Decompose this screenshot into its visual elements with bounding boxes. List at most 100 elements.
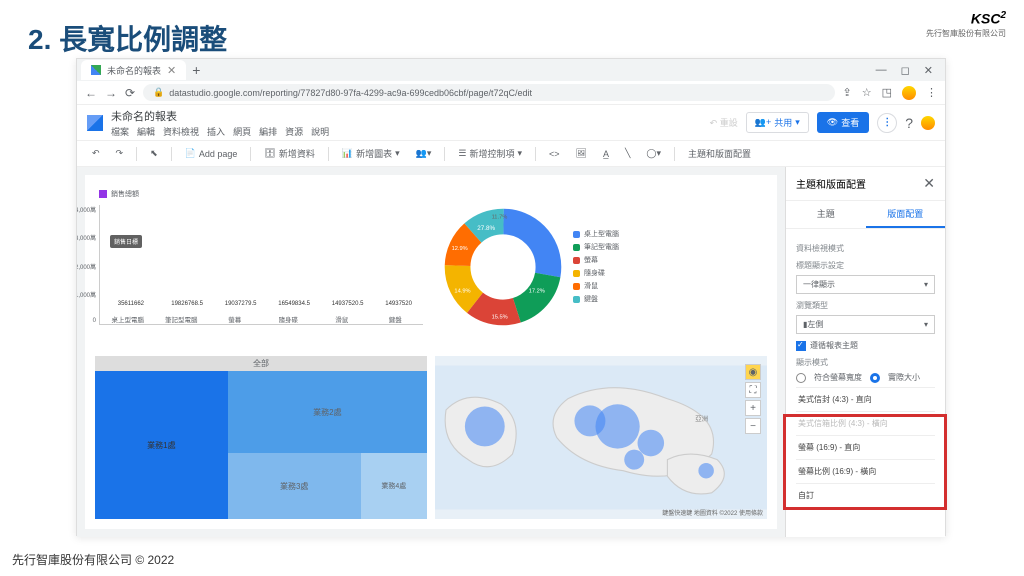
world-map: 亞洲 <box>435 356 767 519</box>
fullscreen-icon[interactable]: ⛶ <box>745 382 761 398</box>
url-actions: ⇪ ☆ ◳ ⋮ <box>843 86 938 100</box>
data-studio-favicon <box>91 65 101 75</box>
main-area: 銷售總額 4,000萬 3,000萬 2,000萬 1,000萬 0 銷售日標 … <box>77 167 945 537</box>
shape-button[interactable]: ◯▾ <box>641 146 666 161</box>
undo-button[interactable]: ↶ <box>87 146 105 161</box>
text-button[interactable]: A̲ <box>598 147 614 161</box>
radio-actual[interactable] <box>870 373 880 383</box>
theme-layout-panel: 主題和版面配置 ✕ 主題 版面配置 資料檢視模式 標題顯示設定 一律顯示▾ 瀏覽… <box>785 167 945 537</box>
add-page-button[interactable]: 📄 Add page <box>180 146 243 161</box>
kebab-icon[interactable]: ⋮ <box>926 86 937 99</box>
logo-ksc: KSC2 <box>971 10 1006 27</box>
tree-node[interactable]: 業務2處 <box>228 371 427 453</box>
logo-subtitle: 先行智庫股份有限公司 <box>926 28 1006 39</box>
menu-edit[interactable]: 編輯 <box>137 125 155 138</box>
reset-button[interactable]: ↶ 重設 <box>710 116 738 129</box>
share-icon[interactable]: ⇪ <box>843 86 852 99</box>
add-control-button[interactable]: ☰ 新增控制項 ▾ <box>453 145 527 162</box>
svg-text:15.5%: 15.5% <box>492 314 508 320</box>
treemap-chart[interactable]: 全部 業務1處 業務2處 業務3處 業務4處 <box>95 356 427 519</box>
add-data-button[interactable]: 🗄 新增資料 <box>259 145 319 162</box>
menu-insert[interactable]: 插入 <box>207 125 225 138</box>
map-chart[interactable]: 亞洲 ◉ ⛶ + − 鍵盤快速鍵 地圖資料 ©2022 使用條款 銷售數量 ●2… <box>435 356 767 519</box>
svg-text:14.9%: 14.9% <box>454 288 470 294</box>
svg-text:11.7%: 11.7% <box>492 214 508 220</box>
section-display-mode: 顯示模式 <box>796 357 935 368</box>
menu-file[interactable]: 檔案 <box>111 125 129 138</box>
star-icon[interactable]: ☆ <box>862 86 872 99</box>
bar-chart[interactable]: 銷售總額 4,000萬 3,000萬 2,000萬 1,000萬 0 銷售日標 … <box>95 185 427 348</box>
extension-icon[interactable]: ◳ <box>882 86 892 99</box>
theme-layout-button[interactable]: 主題和版面配置 <box>683 145 756 162</box>
canvas-size-option[interactable]: 螢幕 (16:9) - 直向 <box>796 435 935 459</box>
radio-fit[interactable] <box>796 373 806 383</box>
browser-tab[interactable]: 未命名的報表 ✕ <box>81 60 186 80</box>
menu-help[interactable]: 說明 <box>311 125 329 138</box>
bar-plot-area: 4,000萬 3,000萬 2,000萬 1,000萬 0 銷售日標 35611… <box>99 205 423 325</box>
menu-page[interactable]: 網頁 <box>233 125 251 138</box>
report-title[interactable]: 未命名的報表 <box>111 108 329 124</box>
canvas-size-option[interactable]: 螢幕比例 (16:9) - 橫向 <box>796 459 935 483</box>
share-button[interactable]: 👥+共用 ▾ <box>746 112 809 133</box>
panel-close-icon[interactable]: ✕ <box>923 175 935 192</box>
canvas-size-option[interactable]: 美式信箱比例 (4:3) - 橫向 <box>796 411 935 435</box>
ds-header: 未命名的報表 檔案 編輯 資料檢視 插入 網頁 編排 資源 說明 ↶ 重設 👥+… <box>77 105 945 141</box>
more-options-button[interactable]: ⋮ <box>877 113 897 133</box>
line-button[interactable]: ╲ <box>620 146 635 161</box>
menu-bar: 檔案 編輯 資料檢視 插入 網頁 編排 資源 說明 <box>111 125 329 138</box>
url-bar: ← → ⟳ 🔒 datastudio.google.com/reporting/… <box>77 81 945 105</box>
menu-view[interactable]: 資料檢視 <box>163 125 199 138</box>
nav-type-select[interactable]: ▮ 左側▾ <box>796 315 935 334</box>
tab-theme[interactable]: 主題 <box>786 201 866 228</box>
tree-node[interactable]: 業務1處 <box>95 371 228 519</box>
reload-icon[interactable]: ⟳ <box>125 86 135 100</box>
selection-tool[interactable]: ⬉ <box>145 146 163 161</box>
embed-button[interactable]: <> <box>544 147 565 161</box>
menu-resource[interactable]: 資源 <box>285 125 303 138</box>
donut-svg: 27.8% 17.2% 15.5% 14.9% 12.9% 11.7% <box>443 207 563 327</box>
back-icon[interactable]: ← <box>85 86 97 100</box>
display-select[interactable]: 一律顯示▾ <box>796 275 935 294</box>
follow-theme-checkbox[interactable]: 遵循報表主題 <box>796 340 935 351</box>
data-studio-logo[interactable] <box>87 115 103 131</box>
redo-button[interactable]: ↷ <box>111 146 129 161</box>
tab-layout[interactable]: 版面配置 <box>866 201 946 228</box>
help-icon[interactable]: ? <box>905 115 913 131</box>
new-tab-button[interactable]: + <box>192 62 200 78</box>
panel-title: 主題和版面配置 <box>796 176 866 191</box>
pegman-icon[interactable]: ◉ <box>745 364 761 380</box>
tab-close-icon[interactable]: ✕ <box>167 64 176 77</box>
close-window-icon[interactable]: ✕ <box>924 64 933 77</box>
menu-arrange[interactable]: 編排 <box>259 125 277 138</box>
zoom-in-icon[interactable]: + <box>745 400 761 416</box>
zoom-out-icon[interactable]: − <box>745 418 761 434</box>
label-nav-type: 瀏覽類型 <box>796 300 935 311</box>
donut-legend: 桌上型電腦 筆記型電腦 螢幕 隨身碟 滑鼠 鍵盤 <box>573 229 619 304</box>
profile-avatar[interactable] <box>902 86 916 100</box>
svg-text:17.2%: 17.2% <box>529 288 545 294</box>
donut-chart[interactable]: 27.8% 17.2% 15.5% 14.9% 12.9% 11.7% 桌上型電… <box>435 185 767 348</box>
report-page: 銷售總額 4,000萬 3,000萬 2,000萬 1,000萬 0 銷售日標 … <box>85 175 777 529</box>
svg-text:27.8%: 27.8% <box>477 224 495 231</box>
tabs-bar: 未命名的報表 ✕ + — ◻ ✕ <box>77 59 945 81</box>
tree-node[interactable]: 業務4處 <box>361 453 427 519</box>
svg-text:亞洲: 亞洲 <box>695 415 709 423</box>
canvas[interactable]: 銷售總額 4,000萬 3,000萬 2,000萬 1,000萬 0 銷售日標 … <box>77 167 785 537</box>
community-viz-button[interactable]: 👥▾ <box>411 146 437 161</box>
treemap-root: 全部 <box>95 356 427 371</box>
canvas-size-option[interactable]: 自訂 <box>796 483 935 507</box>
minimize-icon[interactable]: — <box>876 64 887 77</box>
address-bar[interactable]: 🔒 datastudio.google.com/reporting/77827d… <box>143 84 834 101</box>
maximize-icon[interactable]: ◻ <box>901 64 910 77</box>
canvas-size-option[interactable]: 美式信封 (4:3) - 直向 <box>796 387 935 411</box>
label-display-setting: 標題顯示設定 <box>796 260 935 271</box>
forward-icon[interactable]: → <box>105 86 117 100</box>
image-button[interactable]: 🖼 <box>571 146 592 161</box>
slide-footer: 先行智庫股份有限公司 © 2022 <box>12 551 174 568</box>
toolbar: ↶ ↷ ⬉ 📄 Add page 🗄 新增資料 📊 新增圖表 ▾ 👥▾ ☰ 新增… <box>77 141 945 167</box>
tree-node[interactable]: 業務3處 <box>228 453 361 519</box>
canvas-size-options: 美式信封 (4:3) - 直向 美式信箱比例 (4:3) - 橫向 螢幕 (16… <box>796 387 935 507</box>
user-avatar[interactable] <box>921 116 935 130</box>
add-chart-button[interactable]: 📊 新增圖表 ▾ <box>337 145 405 162</box>
view-button[interactable]: 👁查看 <box>817 112 869 133</box>
